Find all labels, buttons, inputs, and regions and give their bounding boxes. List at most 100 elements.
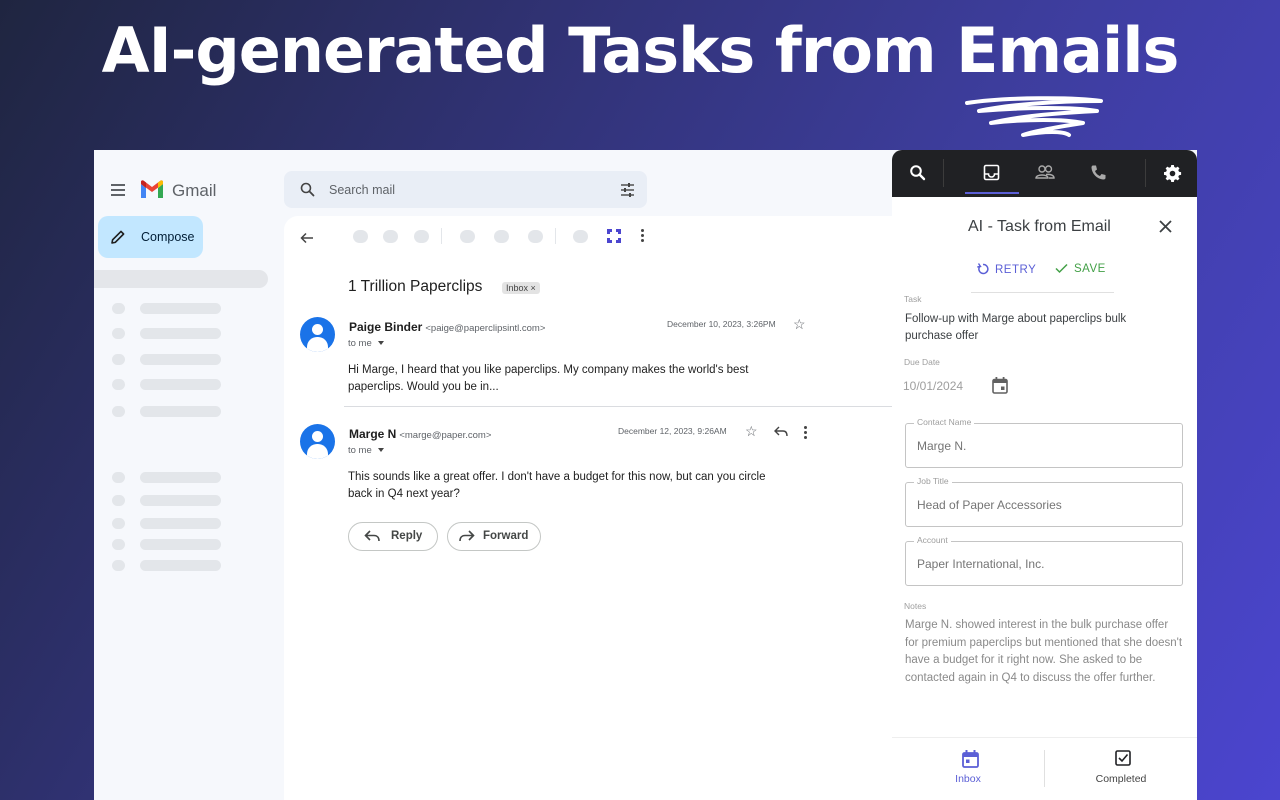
tab-inbox[interactable]: Inbox <box>892 738 1044 800</box>
checkbox-checked-icon <box>1115 750 1131 766</box>
contact-name-field[interactable]: Contact Name Marge N. <box>905 417 1183 468</box>
due-date-label: Due Date <box>904 357 940 367</box>
message-snippet: Hi Marge, I heard that you like papercli… <box>348 364 749 393</box>
forward-label: Forward <box>483 530 529 542</box>
due-date-input[interactable]: 10/01/2024 <box>903 379 963 393</box>
account-field[interactable]: Account Paper International, Inc. <box>905 535 1183 586</box>
actions-divider <box>971 292 1114 293</box>
recipient-text: to me <box>348 338 372 349</box>
sidebar-placeholder-item[interactable] <box>140 328 221 339</box>
sidebar-placeholder-item[interactable] <box>140 354 221 365</box>
star-icon[interactable]: ☆ <box>745 423 758 440</box>
job-title-field[interactable]: Job Title Head of Paper Accessories <box>905 476 1183 527</box>
avatar <box>300 317 335 352</box>
calendar-icon[interactable] <box>992 377 1008 394</box>
sidebar-placeholder-icon <box>112 495 125 506</box>
recipient-toggle[interactable]: to me <box>348 445 384 456</box>
sender-email: <paige@paperclipsintl.com> <box>425 323 546 334</box>
sidebar-placeholder-icon <box>112 379 125 390</box>
compose-button[interactable]: Compose <box>98 216 203 258</box>
email-subject: 1 Trillion Paperclips <box>348 278 483 295</box>
sidebar-placeholder-icon <box>112 472 125 483</box>
contact-name-value: Marge N. <box>917 439 967 453</box>
refresh-icon <box>977 263 989 275</box>
phone-icon[interactable] <box>1090 164 1107 181</box>
search-icon <box>300 182 315 197</box>
job-title-label: Job Title <box>914 476 952 486</box>
gmail-wordmark: Gmail <box>172 181 217 200</box>
inbox-label-badge[interactable]: Inbox × <box>502 282 540 294</box>
reply-icon[interactable] <box>774 426 788 437</box>
bottom-navigation: Inbox Completed <box>892 737 1197 800</box>
recipient-toggle[interactable]: to me <box>348 338 384 349</box>
job-title-value: Head of Paper Accessories <box>917 498 1062 512</box>
sidebar-placeholder-item[interactable] <box>140 495 221 506</box>
toolbar-placeholder-button[interactable] <box>383 230 398 243</box>
toolbar-placeholder-button[interactable] <box>494 230 509 243</box>
sidebar-placeholder-item[interactable] <box>140 539 221 550</box>
email-thread-view: 1 Trillion Paperclips Inbox × Paige Bind… <box>284 216 924 800</box>
retry-button[interactable]: RETRY <box>977 263 1036 276</box>
main-menu-icon[interactable] <box>111 184 125 199</box>
sender-name: Marge N <marge@paper.com> <box>349 427 491 441</box>
sidebar-placeholder-item[interactable] <box>140 518 221 529</box>
gear-icon[interactable] <box>1164 164 1182 182</box>
star-icon[interactable]: ☆ <box>793 316 806 333</box>
search-bar[interactable]: Search mail <box>284 171 647 208</box>
sender-name: Paige Binder <paige@paperclipsintl.com> <box>349 320 545 334</box>
message-divider <box>344 406 924 407</box>
inbox-tray-icon[interactable] <box>983 164 1000 181</box>
sidebar-placeholder-item[interactable] <box>140 379 221 390</box>
save-button[interactable]: SAVE <box>1055 263 1106 275</box>
ai-task-panel: AI - Task from Email RETRY SAVE Task Fol… <box>892 150 1197 800</box>
toolbar-placeholder-button[interactable] <box>573 230 588 243</box>
reply-label: Reply <box>391 530 423 542</box>
sidebar-placeholder-icon <box>112 560 125 571</box>
sidebar-placeholder-item[interactable] <box>140 472 221 483</box>
message-more-icon[interactable] <box>804 426 807 441</box>
sidebar-placeholder-icon <box>112 354 125 365</box>
toolbar-placeholder-button[interactable] <box>460 230 475 243</box>
sidebar-placeholder-icon <box>112 303 125 314</box>
toolbar-placeholder-button[interactable] <box>528 230 543 243</box>
message-date: December 12, 2023, 9:26AM <box>618 426 727 436</box>
close-icon[interactable] <box>1159 220 1172 233</box>
more-options-icon[interactable] <box>641 229 645 244</box>
headline: AI-generated Tasks from Emails <box>101 14 1180 87</box>
notes-field[interactable]: Marge N. showed interest in the bulk pur… <box>905 617 1183 687</box>
back-arrow-icon[interactable] <box>300 232 314 244</box>
toolbar-placeholder-button[interactable] <box>414 230 429 243</box>
extension-task-icon[interactable] <box>606 228 622 244</box>
reply-icon <box>364 530 380 542</box>
avatar <box>300 424 335 459</box>
notes-label: Notes <box>904 601 927 611</box>
task-label: Task <box>904 294 922 304</box>
recipient-text: to me <box>348 445 372 456</box>
search-input[interactable]: Search mail <box>329 183 395 197</box>
pencil-icon <box>111 230 125 244</box>
tab-completed[interactable]: Completed <box>1045 738 1197 800</box>
sender-email: <marge@paper.com> <box>399 430 492 441</box>
panel-toolbar <box>892 150 1197 197</box>
tab-completed-label: Completed <box>1095 773 1147 785</box>
sidebar-placeholder-item[interactable] <box>140 560 221 571</box>
task-field[interactable]: Follow-up with Marge about paperclips bu… <box>905 311 1175 345</box>
contacts-icon[interactable] <box>1035 164 1055 181</box>
sidebar-placeholder-icon <box>112 328 125 339</box>
calendar-icon <box>962 750 979 768</box>
contact-name-label: Contact Name <box>914 417 975 427</box>
filter-options-icon[interactable] <box>620 183 635 197</box>
search-icon[interactable] <box>909 164 926 181</box>
reply-button[interactable]: Reply <box>348 522 438 551</box>
toolbar-divider <box>441 228 442 244</box>
message-date: December 10, 2023, 3:26PM <box>667 319 776 329</box>
sidebar-placeholder-icon <box>112 518 125 529</box>
sidebar-placeholder-icon <box>112 539 125 550</box>
sidebar-item-active[interactable] <box>94 270 268 288</box>
toolbar-divider <box>555 228 556 244</box>
sidebar-placeholder-item[interactable] <box>140 303 221 314</box>
toolbar-placeholder-button[interactable] <box>353 230 368 243</box>
sidebar-placeholder-item[interactable] <box>140 406 221 417</box>
forward-button[interactable]: Forward <box>447 522 541 551</box>
toolbar-divider <box>1145 159 1146 187</box>
